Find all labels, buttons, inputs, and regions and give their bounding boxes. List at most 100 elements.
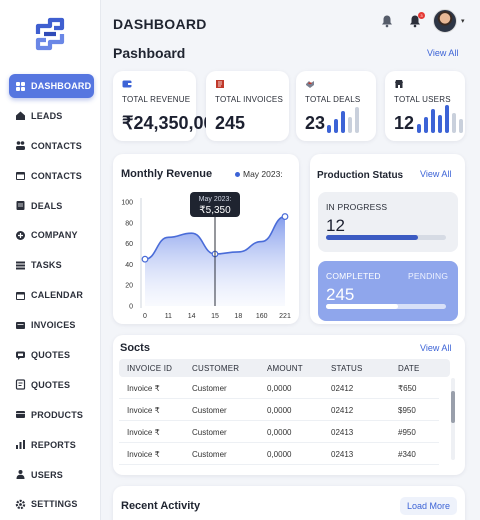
- completed-label: COMPLETED: [326, 271, 381, 281]
- table-row[interactable]: Invoice ₹ Customer 0,0000 02412 ₹650: [119, 377, 439, 399]
- column-header: DATE: [398, 364, 420, 373]
- y-tick-label: 80: [125, 220, 133, 227]
- sidebar-item-quotes[interactable]: QUOTES: [0, 343, 101, 367]
- data-point[interactable]: [281, 213, 289, 220]
- sidebar-item-tasks[interactable]: TASKS: [0, 253, 101, 277]
- in-progress-value: 12: [326, 216, 345, 235]
- stat-label: TOTAL REVENUE: [122, 95, 191, 104]
- table-scrollbar[interactable]: [451, 391, 455, 423]
- in-progress-box[interactable]: IN PROGRESS 12: [318, 192, 458, 252]
- table-header: INVOICE ID CUSTOMER AMOUNT STATUS DATE: [119, 359, 450, 377]
- sidebar-item-products[interactable]: PRODUCTS: [0, 403, 101, 427]
- table-cell: Invoice ₹: [127, 450, 160, 459]
- sidebar-item-invoices[interactable]: INVOICES: [0, 313, 101, 337]
- invoice-icon: [15, 320, 26, 331]
- y-tick-label: 100: [121, 200, 133, 207]
- overview-view-all-link[interactable]: View All: [427, 48, 458, 58]
- stat-label: TOTAL USERS: [394, 95, 451, 104]
- sidebar-item-label: QUOTES: [31, 379, 71, 390]
- column-header: INVOICE ID: [127, 364, 173, 373]
- sidebar-item-label: REPORTS: [31, 439, 76, 450]
- table-cell: #950: [398, 428, 416, 437]
- bell-icon[interactable]: [380, 14, 394, 28]
- x-tick-label: 18: [234, 313, 242, 320]
- sidebar-item-deals[interactable]: DEALS: [0, 194, 101, 218]
- column-header: CUSTOMER: [192, 364, 240, 373]
- table-cell: Invoice ₹: [127, 384, 160, 393]
- sidebar-item-contacts[interactable]: CONTACTS: [0, 134, 101, 158]
- avatar[interactable]: [433, 9, 457, 33]
- stat-card-deals[interactable]: TOTAL DEALS 23: [296, 71, 376, 141]
- activity-title: Recent Activity: [121, 500, 201, 512]
- sidebar-item-calendar[interactable]: CALENDAR: [0, 283, 101, 307]
- table-cell: 02412: [331, 406, 354, 415]
- sidebar-item-label: LEADS: [31, 110, 63, 121]
- table-cell: Customer: [192, 428, 227, 437]
- stat-card-revenue[interactable]: TOTAL REVENUE ₹24,350,00: [113, 71, 214, 141]
- sidebar-item-label: CALENDAR: [31, 290, 84, 301]
- sidebar-item-label: QUOTES: [31, 350, 71, 361]
- in-progress-fill: [326, 235, 419, 240]
- load-more-button[interactable]: Load More: [400, 497, 458, 515]
- list-icon: [15, 260, 26, 271]
- completed-fill: [326, 304, 398, 309]
- table-row[interactable]: Invoice ₹ Customer 0,0000 02412 $950: [119, 399, 439, 421]
- wallet-icon: [122, 80, 132, 88]
- table-cell: Customer: [192, 406, 227, 415]
- in-progress-bar: [326, 235, 446, 240]
- y-tick-label: 20: [125, 283, 133, 290]
- section-title: Pashboard: [113, 45, 186, 61]
- table-cell: ₹650: [398, 384, 417, 393]
- bar-chart-icon: [15, 439, 26, 450]
- table-cell: #340: [398, 450, 416, 459]
- table-row[interactable]: Invoice ₹ Customer 0,0000 02413 #950: [119, 421, 439, 443]
- y-tick-label: 40: [125, 262, 133, 269]
- production-status-card: Production Status View All IN PROGRESS 1…: [310, 154, 465, 324]
- in-progress-label: IN PROGRESS: [326, 202, 388, 212]
- table-title: Socts: [120, 342, 150, 354]
- sidebar-item-label: PRODUCTS: [31, 409, 84, 420]
- home-icon: [15, 110, 26, 121]
- table-cell: $950: [398, 406, 416, 415]
- calendar-icon: [15, 170, 26, 181]
- x-tick-label: 0: [143, 313, 147, 320]
- data-point[interactable]: [141, 255, 149, 263]
- table-cell: Invoice ₹: [127, 406, 160, 415]
- stat-value: 23: [305, 113, 326, 133]
- revenue-chart[interactable]: 0 20 40 60 80 100 0 11 14 15 18 160 221 May 2023: ₹5…: [113, 154, 299, 324]
- stat-label: TOTAL INVOICES: [215, 95, 283, 104]
- quote-doc-icon: [15, 379, 26, 391]
- sidebar-item-label: CONTACTS: [31, 170, 82, 181]
- table-cell: Customer: [192, 384, 227, 393]
- stat-label: TOTAL DEALS: [305, 95, 361, 104]
- stat-card-invoices[interactable]: TOTAL INVOICES 245: [206, 71, 289, 141]
- column-header: AMOUNT: [267, 364, 303, 373]
- sidebar-item-contacts[interactable]: CONTACTS: [0, 164, 101, 188]
- sidebar-item-users[interactable]: USERS: [0, 463, 101, 487]
- stat-value: 245: [215, 113, 246, 133]
- invoice-icon: [216, 80, 224, 88]
- sidebar-item-company[interactable]: COMPANY: [0, 223, 101, 247]
- x-tick-label: 14: [188, 313, 196, 320]
- sidebar-item-quotes[interactable]: QUOTES: [0, 373, 101, 397]
- handshake-icon: [306, 81, 314, 88]
- document-icon: [15, 200, 26, 211]
- sidebar-item-label: DEALS: [31, 200, 63, 211]
- completed-box[interactable]: COMPLETED PENDING 245: [318, 261, 458, 321]
- table-cell: 0,0000: [267, 384, 292, 393]
- table-cell: Invoice ₹: [127, 428, 160, 437]
- sidebar-item-settings[interactable]: SETTINGS: [0, 492, 101, 516]
- chevron-down-icon[interactable]: ▾: [461, 17, 465, 25]
- sidebar-item-leads[interactable]: LEADS: [0, 104, 101, 128]
- gear-icon: [15, 499, 26, 510]
- stat-value: ₹24,350,00: [122, 113, 214, 133]
- sidebar-item-label: TASKS: [31, 260, 62, 271]
- stat-card-users[interactable]: TOTAL USERS 12: [385, 71, 465, 141]
- production-view-all-link[interactable]: View All: [420, 169, 451, 179]
- table-view-all-link[interactable]: View All: [420, 343, 451, 353]
- sidebar-item-dashboard[interactable]: DASHBOARD: [9, 74, 94, 98]
- sidebar-item-label: USERS: [31, 469, 64, 480]
- table-row[interactable]: Invoice ₹ Customer 0,0000 02413 #340: [119, 443, 439, 465]
- sidebar-item-reports[interactable]: REPORTS: [0, 433, 101, 457]
- column-header: STATUS: [331, 364, 363, 373]
